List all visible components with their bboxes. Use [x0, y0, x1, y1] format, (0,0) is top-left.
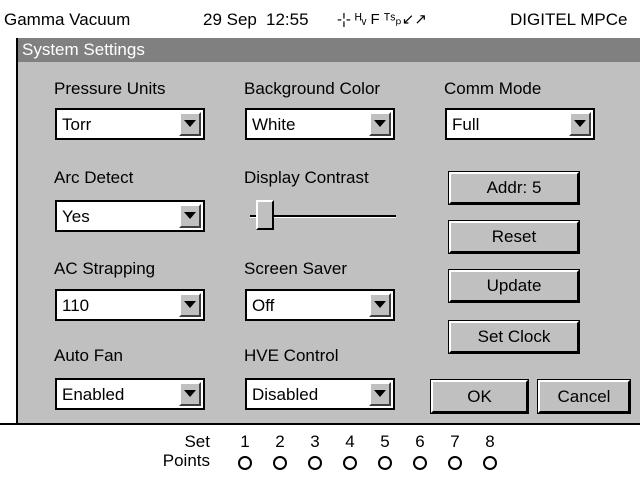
setpoint-indicator-icon: [413, 456, 427, 470]
pressure-units-value: Torr: [62, 115, 92, 134]
setpoint-number: 7: [450, 432, 460, 451]
chevron-down-icon[interactable]: [569, 112, 591, 136]
setpoint-number: 4: [345, 432, 355, 451]
ac-strapping-select[interactable]: 110: [55, 289, 205, 321]
dialog-title: System Settings: [22, 40, 145, 59]
chevron-down-icon[interactable]: [369, 382, 391, 406]
pressure-units-select[interactable]: Torr: [55, 108, 205, 140]
reset-button[interactable]: Reset: [449, 221, 579, 253]
update-button[interactable]: Update: [449, 270, 579, 302]
setpoint-number: 5: [380, 432, 390, 451]
ok-button-label: OK: [467, 387, 492, 406]
chevron-down-icon[interactable]: [179, 293, 201, 317]
chevron-down-icon[interactable]: [369, 112, 391, 136]
chevron-down-icon[interactable]: [369, 293, 391, 317]
chevron-down-icon[interactable]: [179, 112, 201, 136]
system-name: Gamma Vacuum: [4, 10, 131, 29]
ac-strapping-label: AC Strapping: [54, 259, 156, 278]
set-clock-button-label: Set Clock: [477, 327, 551, 346]
arc-detect-label: Arc Detect: [54, 168, 134, 187]
system-settings-dialog: System Settings Pressure Units Torr Arc …: [16, 38, 640, 423]
update-button-label: Update: [486, 276, 542, 295]
setpoint-indicator-icon: [273, 456, 287, 470]
setpoints-bar: Set Points 1 2 3 4 5 6 7 8: [0, 423, 640, 487]
comm-mode-label: Comm Mode: [444, 79, 542, 98]
contrast-slider-thumb[interactable]: [256, 200, 275, 230]
background-color-label: Background Color: [244, 79, 381, 98]
comm-mode-select[interactable]: Full: [445, 108, 595, 140]
setpoint-number: 1: [240, 432, 250, 451]
screen-saver-select[interactable]: Off: [245, 289, 395, 321]
ac-strapping-value: 110: [62, 296, 90, 315]
setpoint-number: 2: [275, 432, 285, 451]
setpoints-label-points: Points: [162, 451, 210, 470]
hve-control-value: Disabled: [252, 385, 319, 404]
comm-mode-value: Full: [452, 115, 480, 134]
setpoint-indicator-icon: [448, 456, 462, 470]
setpoint-number: 3: [310, 432, 320, 451]
arc-detect-value: Yes: [62, 207, 90, 226]
setpoint-indicator-icon: [238, 456, 252, 470]
setpoint-indicator-icon: [343, 456, 357, 470]
setpoint-indicator-icon: [378, 456, 392, 470]
setpoint-number: 8: [485, 432, 495, 451]
chevron-down-icon[interactable]: [179, 204, 201, 228]
chevron-down-icon[interactable]: [179, 382, 201, 406]
display-contrast-label: Display Contrast: [244, 168, 369, 187]
background-color-value: White: [252, 115, 296, 134]
setpoint-indicator-icon: [483, 456, 497, 470]
setpoints-label-set: Set: [184, 432, 210, 451]
status-time: 12:55: [266, 10, 309, 29]
hve-control-label: HVE Control: [244, 346, 339, 365]
status-indicators: -¦- ᴴᵥ F ᵀˢₚ↙↗: [337, 11, 427, 28]
auto-fan-label: Auto Fan: [54, 346, 123, 365]
reset-button-label: Reset: [491, 227, 537, 246]
cancel-button-label: Cancel: [557, 387, 611, 406]
background-color-select[interactable]: White: [245, 108, 395, 140]
dialog-titlebar: System Settings: [18, 38, 640, 62]
status-date: 29 Sep: [203, 10, 257, 29]
pressure-units-label: Pressure Units: [54, 79, 166, 98]
auto-fan-select[interactable]: Enabled: [55, 378, 205, 410]
setpoint-indicator-icon: [308, 456, 322, 470]
auto-fan-value: Enabled: [62, 385, 125, 404]
screen-saver-value: Off: [252, 296, 275, 315]
ok-button[interactable]: OK: [431, 380, 528, 413]
hve-control-select[interactable]: Disabled: [245, 378, 395, 410]
screen-saver-label: Screen Saver: [244, 259, 347, 278]
status-bar: Gamma Vacuum 29 Sep 12:55 -¦- ᴴᵥ F ᵀˢₚ↙↗…: [0, 0, 640, 38]
product-name: DIGITEL MPCe: [510, 10, 628, 29]
addr-button[interactable]: Addr: 5: [449, 172, 579, 204]
setpoint-number: 6: [415, 432, 425, 451]
set-clock-button[interactable]: Set Clock: [449, 321, 579, 353]
addr-button-label: Addr: 5: [486, 178, 542, 197]
arc-detect-select[interactable]: Yes: [55, 200, 205, 232]
cancel-button[interactable]: Cancel: [538, 380, 630, 413]
